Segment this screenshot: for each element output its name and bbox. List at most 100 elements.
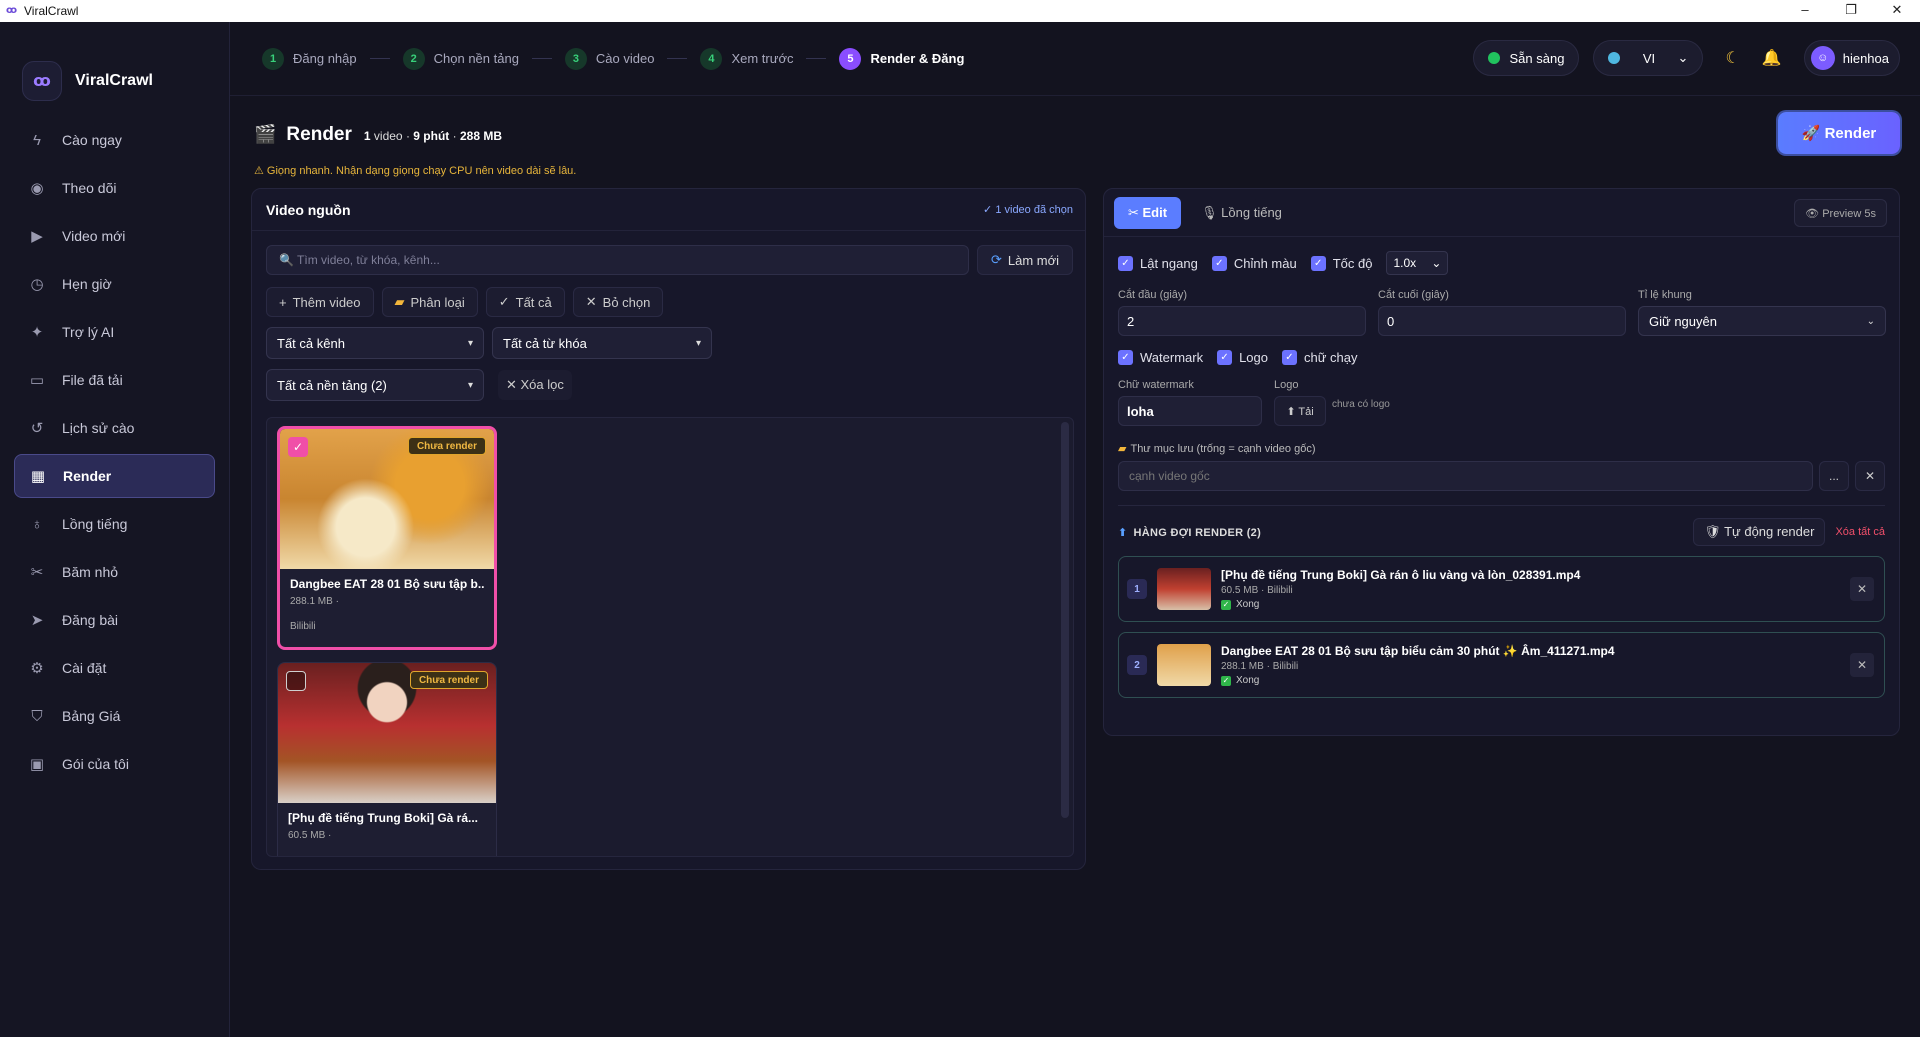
preview-button[interactable]: 👁 Preview 5s <box>1794 199 1887 227</box>
status-text: Xong <box>1236 675 1260 686</box>
step-number: 5 <box>839 47 862 70</box>
queue-thumbnail <box>1157 644 1211 686</box>
sidebar-item-cai-dat[interactable]: ⚙ Cài đặt <box>14 646 215 690</box>
select-all-button[interactable]: ✓ Tất cả <box>485 287 565 317</box>
sidebar-item-video-moi[interactable]: ▶ Video mới <box>14 214 215 258</box>
step-label: Đăng nhập <box>293 51 357 66</box>
flip-option[interactable]: ✓ Lật ngang <box>1118 255 1198 271</box>
checkbox[interactable]: ✓ <box>1118 350 1133 365</box>
user-menu[interactable]: ☺ hienhoa <box>1803 40 1900 76</box>
step-login[interactable]: 1 Đăng nhập <box>262 47 357 70</box>
minimize-button[interactable]: – <box>1782 0 1828 22</box>
checkbox[interactable]: ✓ <box>1217 350 1233 365</box>
end-trim-input[interactable]: 0 <box>1378 306 1626 336</box>
platform-filter-select[interactable]: Tất cả nền tảng (2) ▾ <box>266 369 484 401</box>
refresh-button[interactable]: ⟳ Làm mới <box>977 245 1073 275</box>
close-icon: ✕ <box>585 294 597 309</box>
video-card[interactable]: Chưa render [Phụ đề tiếng Trung Boki] Gà… <box>277 662 497 856</box>
checkbox[interactable]: ✓ <box>1310 255 1326 271</box>
channel-filter-select[interactable]: Tất cả kênh ▾ <box>266 327 484 359</box>
step-number: 2 <box>402 47 425 70</box>
sidebar-item-tro-ly-ai[interactable]: ✦ Trợ lý AI <box>14 310 215 354</box>
start-trim-input[interactable]: 2 <box>1118 306 1366 336</box>
search-input[interactable]: 🔍 Tìm video, từ khóa, kênh... <box>266 245 969 275</box>
clear-folder-button[interactable]: ✕ <box>1855 461 1885 491</box>
scrollbar[interactable] <box>1061 422 1069 818</box>
queue-status: ✓ Xong <box>1221 675 1615 686</box>
sidebar-item-label: Gói của tôi <box>62 756 129 772</box>
step-preview[interactable]: 4 Xem trước <box>700 47 793 70</box>
step-platform[interactable]: 2 Chọn nền tảng <box>402 47 519 70</box>
queue-thumbnail <box>1157 568 1211 610</box>
sidebar-item-bang-gia[interactable]: ⛉ Bảng Giá <box>14 694 215 738</box>
logo-option[interactable]: ✓ Logo <box>1217 350 1268 365</box>
deselect-button[interactable]: ✕ Bỏ chọn <box>572 287 664 317</box>
window-titlebar: ꝏ ViralCrawl – ❐ ✕ <box>0 0 1920 22</box>
sidebar-item-theo-doi[interactable]: ◉ Theo dõi <box>14 166 215 210</box>
checkbox[interactable]: ✓ <box>1118 255 1133 271</box>
step-crawl[interactable]: 3 Cào video <box>564 47 655 70</box>
video-source: Bilibili <box>290 621 316 632</box>
step-label: Render & Đăng <box>870 51 965 66</box>
keyword-filter-select[interactable]: Tất cả từ khóa ▾ <box>492 327 712 359</box>
speed-select[interactable]: 1.0x ⌄ <box>1386 251 1449 275</box>
upload-icon: ⬆ <box>1118 526 1128 539</box>
browse-folder-button[interactable]: ... <box>1819 461 1849 491</box>
remove-queue-item-button[interactable]: ✕ <box>1850 577 1874 601</box>
card-checkbox[interactable]: ✓ <box>288 437 308 457</box>
maximize-button[interactable]: ❐ <box>1828 0 1874 22</box>
sidebar-item-file-da-tai[interactable]: ▭ File đã tải <box>14 358 215 402</box>
sidebar-item-hen-gio[interactable]: ◷ Hẹn giờ <box>14 262 215 306</box>
color-option[interactable]: ✓ Chỉnh màu <box>1211 255 1297 271</box>
speed-option[interactable]: ✓ Tốc độ <box>1310 255 1372 271</box>
clear-filter-button[interactable]: ✕ Xóa lọc <box>498 370 572 400</box>
video-card[interactable]: ✓ Chưa render Dangbee EAT 28 01 Bộ sưu t… <box>277 426 497 650</box>
sidebar-item-label: Video mới <box>62 228 126 244</box>
remove-queue-item-button[interactable]: ✕ <box>1850 653 1874 677</box>
watermark-option[interactable]: ✓ Watermark <box>1118 350 1203 365</box>
meta-count-unit: video <box>373 129 403 143</box>
sidebar-item-label: Lồng tiếng <box>62 516 128 532</box>
upload-logo-button[interactable]: ⬆ Tải <box>1274 396 1326 426</box>
option-label: Chỉnh màu <box>1233 255 1297 271</box>
tab-dubbing[interactable]: 🎙 Lồng tiếng <box>1201 205 1282 221</box>
chevron-down-icon: ▾ <box>467 337 473 349</box>
step-label: Chọn nền tảng <box>433 51 519 66</box>
brand[interactable]: ꝏ ViralCrawl <box>0 22 229 114</box>
checkbox[interactable]: ✓ <box>1282 350 1297 365</box>
clear-all-button[interactable]: Xóa tất cả <box>1835 526 1885 538</box>
bell-icon[interactable]: 🔔 <box>1762 48 1782 68</box>
sidebar-item-cao-ngay[interactable]: ϟ Cào ngay <box>14 118 215 162</box>
done-check-icon: ✓ <box>1221 675 1231 686</box>
step-label: Cào video <box>595 51 655 66</box>
checkbox[interactable]: ✓ <box>1211 255 1227 271</box>
sidebar-item-goi-cua-toi[interactable]: ▣ Gói của tôi <box>14 742 215 786</box>
categorize-button[interactable]: ▰ Phân loại <box>381 287 478 317</box>
marquee-option[interactable]: ✓ chữ chạy <box>1282 350 1358 365</box>
sidebar-item-long-tieng[interactable]: ♁ Lồng tiếng <box>14 502 215 546</box>
language-select[interactable]: VI ⌄ <box>1593 40 1704 76</box>
output-folder-input[interactable]: cạnh video gốc <box>1118 461 1813 491</box>
tab-edit[interactable]: ✂ Edit <box>1114 196 1182 229</box>
sidebar-item-label: Lịch sử cào <box>62 420 135 436</box>
aspect-ratio-select[interactable]: Giữ nguyên ⌄ <box>1638 306 1886 336</box>
sidebar-item-label: Băm nhỏ <box>62 564 119 580</box>
auto-render-button[interactable]: 🛡 Tự động render <box>1693 518 1826 546</box>
moon-icon[interactable]: ☾ <box>1725 48 1739 68</box>
card-checkbox[interactable] <box>286 671 306 691</box>
watermark-text-input[interactable]: loha <box>1118 396 1262 426</box>
sidebar-nav: ϟ Cào ngay ◉ Theo dõi ▶ Video mới ◷ Hẹn giờ … <box>0 118 229 786</box>
sidebar-item-lich-su-cao[interactable]: ↺ Lịch sử cào <box>14 406 215 450</box>
sidebar-item-label: Trợ lý AI <box>62 324 115 340</box>
step-separator <box>667 58 688 59</box>
sidebar-item-render[interactable]: ▦ Render <box>14 454 215 498</box>
render-button[interactable]: 🚀 Render <box>1778 112 1900 154</box>
sidebar-item-dang-bai[interactable]: ➤ Đăng bài <box>14 598 215 642</box>
step-render-post[interactable]: 5 Render & Đăng <box>839 47 965 70</box>
clapperboard-icon: 🎬 <box>254 124 277 144</box>
close-window-button[interactable]: ✕ <box>1874 0 1920 22</box>
add-video-button[interactable]: + Thêm video <box>266 287 374 317</box>
step-separator <box>806 58 827 59</box>
sidebar-item-bam-nho[interactable]: ✂ Băm nhỏ <box>14 550 215 594</box>
queue-item: 1 [Phụ đề tiếng Trung Boki] Gà rán ô liu… <box>1118 556 1885 622</box>
